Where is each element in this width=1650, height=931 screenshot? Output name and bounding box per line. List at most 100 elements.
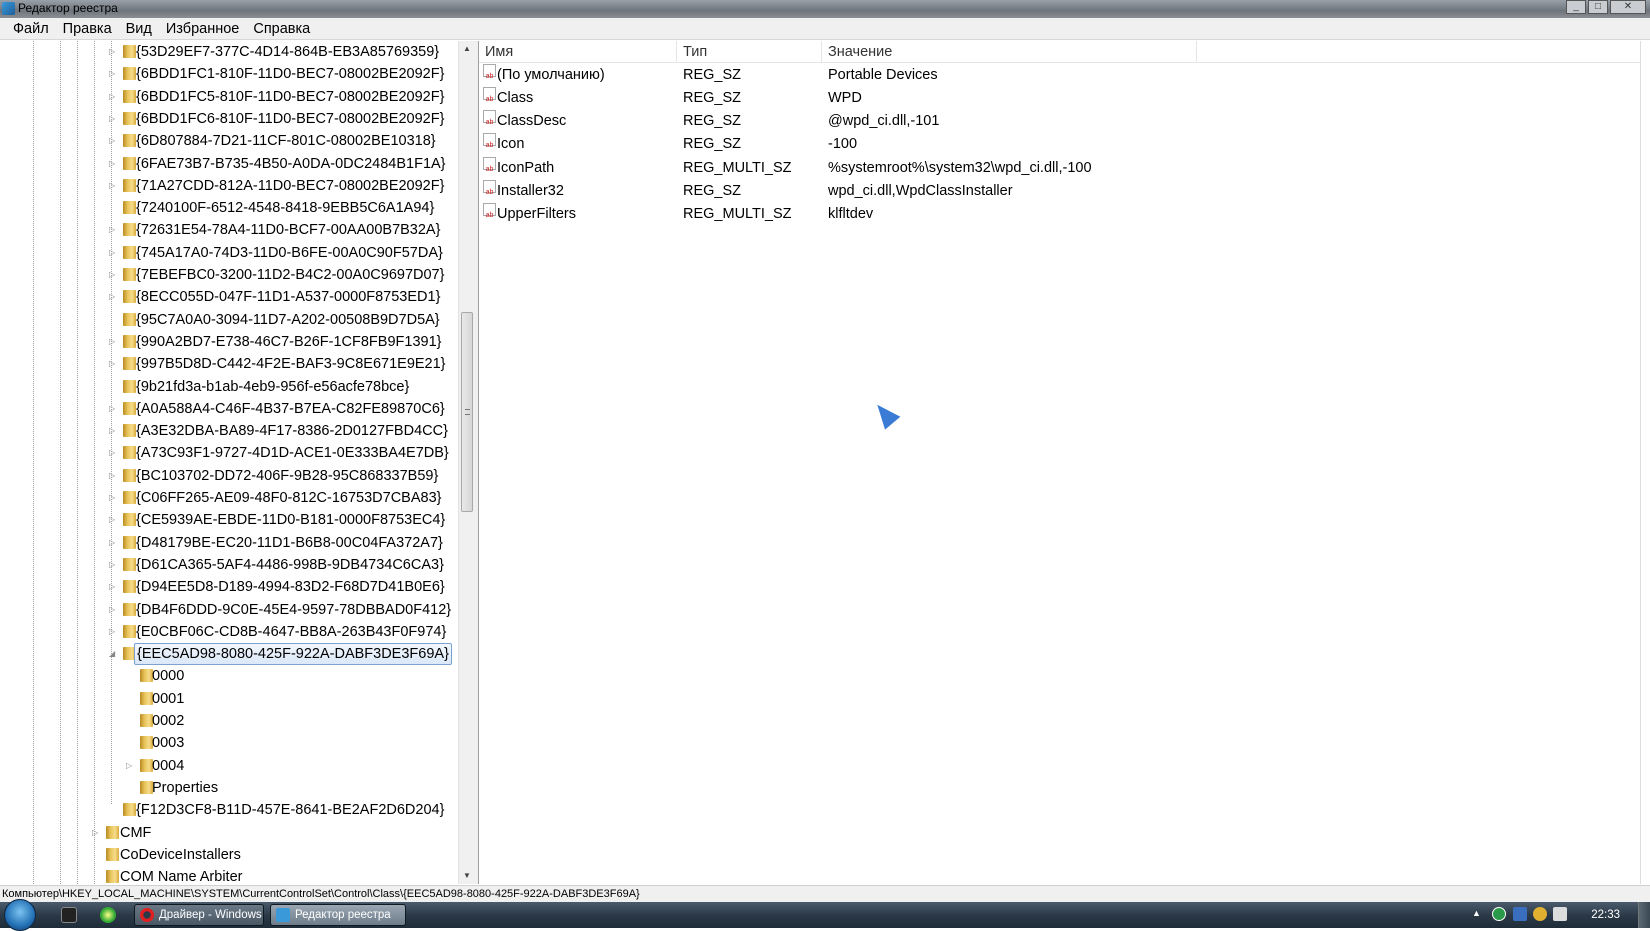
- tree-node[interactable]: ▷ {7EBEFBC0-3200-11D2-B4C2-00A0C9697D07}: [0, 264, 457, 286]
- expand-arrow-icon[interactable]: ▷: [109, 159, 117, 168]
- expand-arrow-icon[interactable]: ▷: [109, 337, 117, 346]
- expand-arrow-icon[interactable]: ▷: [109, 271, 117, 279]
- tree-node[interactable]: ▷ {DB4F6DDD-9C0E-45E4-9597-78DBBAD0F412}: [0, 599, 457, 621]
- expand-arrow-icon[interactable]: ▷: [109, 583, 117, 591]
- taskbar-button-regedit[interactable]: Редактор реестра: [270, 904, 406, 926]
- expand-arrow-icon[interactable]: ▷: [109, 360, 117, 368]
- tree-node[interactable]: {95C7A0A0-3094-11D7-A202-00508B9D7D5A}: [0, 309, 457, 331]
- tree-node[interactable]: ▷ CMF: [0, 822, 457, 844]
- tree-node[interactable]: ▷ {A73C93F1-9727-4D1D-ACE1-0E333BA4E7DB}: [0, 442, 457, 464]
- expand-arrow-icon[interactable]: ▷: [109, 114, 117, 123]
- expand-arrow-icon[interactable]: ▷: [109, 605, 117, 614]
- tree-node[interactable]: Properties: [0, 777, 457, 799]
- expand-arrow-icon[interactable]: ▷: [109, 494, 117, 502]
- tree-node[interactable]: ▷ {6BDD1FC5-810F-11D0-BEC7-08002BE2092F}: [0, 86, 457, 108]
- tree-node[interactable]: {7240100F-6512-4548-8418-9EBB5C6A1A94}: [0, 197, 457, 219]
- expand-arrow-icon[interactable]: ▷: [109, 516, 117, 524]
- tree-node[interactable]: ▷ {72631E54-78A4-11D0-BCF7-00AA00B7B32A}: [0, 219, 457, 241]
- menu-help[interactable]: Справка: [246, 18, 317, 39]
- tree-scrollbar[interactable]: ▲ ▼: [458, 41, 474, 884]
- tree-node[interactable]: ▷ {8ECC055D-047F-11D1-A537-0000F8753ED1}: [0, 286, 457, 308]
- close-button[interactable]: ✕: [1610, 0, 1646, 14]
- column-header-name[interactable]: Имя: [479, 41, 677, 63]
- tree-node[interactable]: 0000: [0, 665, 457, 687]
- utorrent-icon[interactable]: [1492, 907, 1506, 921]
- value-row[interactable]: ab ClassDesc REG_SZ @wpd_ci.dll,-101: [479, 110, 1639, 133]
- tree-node[interactable]: ▷ {D48179BE-EC20-11D1-B6B8-00C04FA372A7}: [0, 532, 457, 554]
- expand-arrow-icon[interactable]: ▷: [109, 92, 117, 101]
- tree-node[interactable]: ▷ {53D29EF7-377C-4D14-864B-EB3A85769359}: [0, 41, 457, 63]
- column-header-type[interactable]: Тип: [677, 41, 822, 63]
- registry-tree[interactable]: ▷ {53D29EF7-377C-4D14-864B-EB3A85769359} ▷…: [0, 41, 474, 884]
- tree-node[interactable]: 0001: [0, 688, 457, 710]
- network-user-icon[interactable]: [1513, 907, 1527, 921]
- tree-node[interactable]: ▷ {BC103702-DD72-406F-9B28-95C868337B59}: [0, 465, 457, 487]
- terminal-quicklaunch-icon[interactable]: [61, 907, 77, 923]
- list-scrollbar[interactable]: [1640, 41, 1650, 884]
- tree-node[interactable]: ▷ {990A2BD7-E738-46C7-B26F-1CF8FB9F1391}: [0, 331, 457, 353]
- tree-node[interactable]: ▷ {D94EE5D8-D189-4994-83D2-F68D7D41B0E6}: [0, 576, 457, 598]
- skull-app-icon[interactable]: [1533, 907, 1547, 921]
- tree-node[interactable]: 0002: [0, 710, 457, 732]
- expand-arrow-icon[interactable]: ▷: [109, 404, 117, 413]
- scroll-down-arrow-icon[interactable]: ▼: [459, 868, 475, 884]
- tree-node[interactable]: {F12D3CF8-B11D-457E-8641-BE2AF2D6D204}: [0, 799, 457, 821]
- tree-node[interactable]: ▷ {71A27CDD-812A-11D0-BEC7-08002BE2092F}: [0, 175, 457, 197]
- tree-node[interactable]: ▷ {6FAE73B7-B735-4B50-A0DA-0DC2484B1F1A}: [0, 153, 457, 175]
- value-row[interactable]: ab Class REG_SZ WPD: [479, 87, 1639, 110]
- expand-arrow-icon[interactable]: ▷: [109, 181, 117, 190]
- start-button[interactable]: [4, 899, 36, 931]
- tree-node[interactable]: {9b21fd3a-b1ab-4eb9-956f-e56acfe78bce}: [0, 376, 457, 398]
- tree-node[interactable]: ▷ {6BDD1FC6-810F-11D0-BEC7-08002BE2092F}: [0, 108, 457, 130]
- network-icon[interactable]: [1553, 907, 1567, 921]
- tree-node[interactable]: ▷ {C06FF265-AE09-48F0-812C-16753D7CBA83}: [0, 487, 457, 509]
- minimize-button[interactable]: _: [1566, 0, 1586, 14]
- expand-arrow-icon[interactable]: ▷: [109, 226, 117, 234]
- scroll-up-arrow-icon[interactable]: ▲: [459, 41, 475, 57]
- tree-node[interactable]: ▷ {997B5D8D-C442-4F2E-BAF3-9C8E671E9E21}: [0, 353, 457, 375]
- tree-node[interactable]: ▷ {D61CA365-5AF4-4486-998B-9DB4734C6CA3}: [0, 554, 457, 576]
- column-header-value[interactable]: Значение: [822, 41, 1197, 63]
- scroll-thumb[interactable]: [461, 312, 473, 512]
- tree-node[interactable]: ▷ {E0CBF06C-CD8B-4647-BB8A-263B43F0F974}: [0, 621, 457, 643]
- value-row[interactable]: ab UpperFilters REG_MULTI_SZ klfltdev: [479, 202, 1639, 226]
- values-list[interactable]: Имя Тип Значение ab (По умолчанию) REG_SZ P…: [478, 41, 1650, 884]
- expand-arrow-icon[interactable]: ▷: [109, 538, 117, 547]
- tree-node[interactable]: 0003: [0, 732, 457, 754]
- expand-arrow-icon[interactable]: ▷: [92, 828, 100, 837]
- tree-node[interactable]: ▷ 0004: [0, 755, 457, 777]
- tree-node[interactable]: ▷ {745A17A0-74D3-11D0-B6FE-00A0C90F57DA}: [0, 242, 457, 264]
- tree-node[interactable]: ◢ {EEC5AD98-8080-425F-922A-DABF3DE3F69A}: [0, 643, 457, 666]
- clock[interactable]: 22:33: [1591, 902, 1620, 928]
- expand-arrow-icon[interactable]: ▷: [109, 427, 117, 435]
- expand-arrow-icon[interactable]: ▷: [109, 70, 117, 78]
- tree-node[interactable]: COM Name Arbiter: [0, 866, 457, 884]
- tree-node[interactable]: ▷ {6D807884-7D21-11CF-801C-08002BE10318}: [0, 130, 457, 152]
- show-hidden-icons-icon[interactable]: ▲: [1472, 908, 1481, 918]
- expand-arrow-icon[interactable]: ▷: [109, 627, 117, 636]
- tree-node[interactable]: ▷ {6BDD1FC1-810F-11D0-BEC7-08002BE2092F}: [0, 63, 457, 85]
- app-quicklaunch-icon[interactable]: [100, 907, 116, 923]
- expand-arrow-icon[interactable]: ▷: [109, 248, 117, 257]
- tree-node[interactable]: CoDeviceInstallers: [0, 844, 457, 866]
- expand-arrow-icon[interactable]: ▷: [109, 449, 117, 457]
- taskbar-button-browser[interactable]: Драйвер - Windows ...: [134, 904, 264, 926]
- value-row[interactable]: ab IconPath REG_MULTI_SZ %systemroot%\syste…: [479, 156, 1639, 180]
- expand-arrow-icon[interactable]: ▷: [126, 761, 134, 770]
- menu-favorites[interactable]: Избранное: [159, 18, 246, 39]
- tree-node[interactable]: ▷ {A3E32DBA-BA89-4F17-8386-2D0127FBD4CC}: [0, 420, 457, 442]
- tree-node[interactable]: ▷ {A0A588A4-C46F-4B37-B7EA-C82FE89870C6}: [0, 398, 457, 420]
- maximize-button[interactable]: □: [1588, 0, 1608, 14]
- expand-arrow-icon[interactable]: ▷: [109, 137, 117, 145]
- menu-view[interactable]: Вид: [119, 18, 159, 39]
- menu-file[interactable]: Файл: [6, 18, 56, 39]
- value-row[interactable]: ab Installer32 REG_SZ wpd_ci.dll,WpdClassIn…: [479, 179, 1639, 203]
- tree-node[interactable]: ▷ {CE5939AE-EBDE-11D0-B181-0000F8753EC4}: [0, 509, 457, 531]
- menu-edit[interactable]: Правка: [56, 18, 119, 39]
- expand-arrow-icon[interactable]: ▷: [109, 48, 117, 56]
- value-row[interactable]: ab Icon REG_SZ -100: [479, 133, 1639, 156]
- show-desktop-button[interactable]: [1638, 902, 1650, 928]
- collapse-arrow-icon[interactable]: ◢: [109, 650, 117, 658]
- value-row[interactable]: ab (По умолчанию) REG_SZ Portable Devices: [479, 64, 1639, 87]
- expand-arrow-icon[interactable]: ▷: [109, 471, 117, 480]
